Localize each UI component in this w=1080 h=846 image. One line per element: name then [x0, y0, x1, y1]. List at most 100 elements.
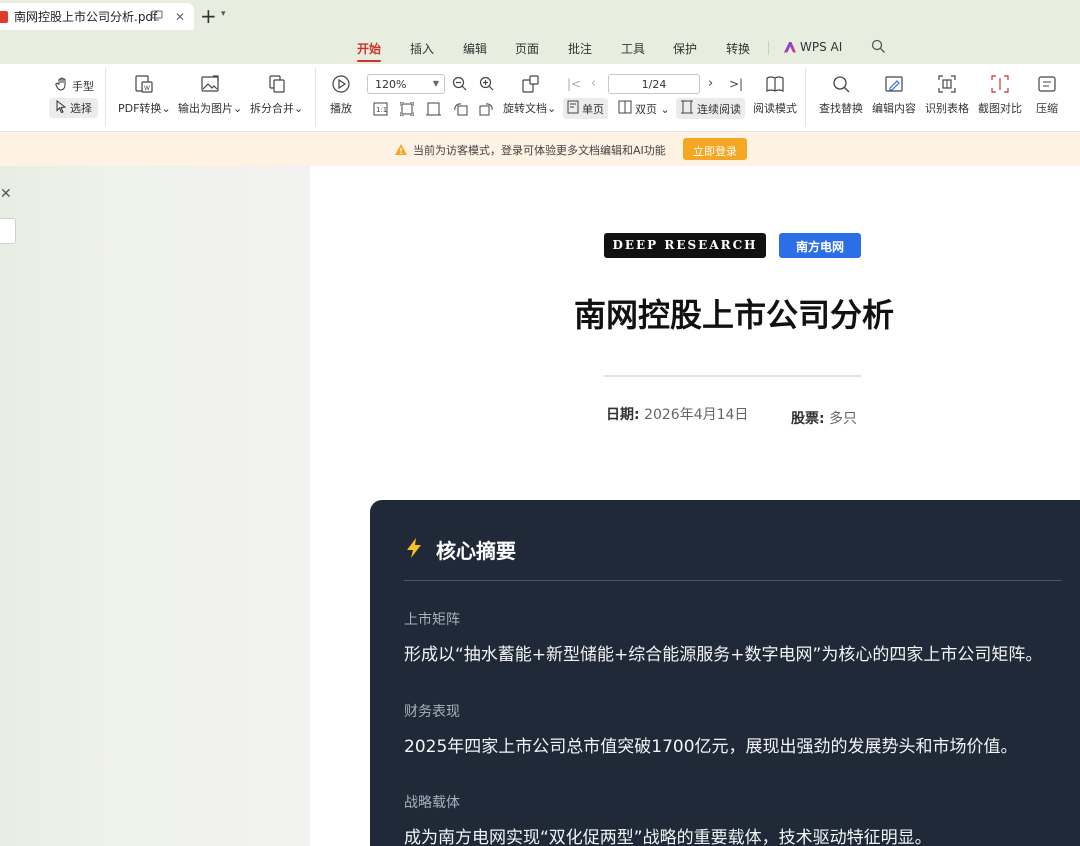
- split-merge-label: 拆分合并⌄: [250, 102, 304, 115]
- login-button[interactable]: 立即登录: [683, 138, 747, 160]
- summary-heading: 核心摘要: [436, 539, 516, 563]
- toolbar-divider: [315, 68, 316, 126]
- summary-item-label: 战略载体: [404, 795, 460, 811]
- play-icon: [332, 75, 350, 93]
- play-button[interactable]: 播放: [330, 74, 352, 116]
- side-panel: [0, 166, 310, 846]
- side-panel-input[interactable]: [0, 218, 16, 244]
- double-page-icon: [618, 100, 632, 117]
- deep-research-badge: DEEP RESEARCH: [604, 233, 766, 258]
- first-page-icon[interactable]: |<: [567, 77, 581, 91]
- single-page-icon: [567, 100, 579, 117]
- svg-text:W: W: [144, 85, 150, 92]
- summary-item-text: 形成以“抽水蓄能+新型储能+综合能源服务+数字电网”为核心的四家上市公司矩阵。: [404, 645, 1043, 665]
- hand-tool-label: 手型: [72, 79, 94, 93]
- select-tool[interactable]: 选择: [49, 98, 98, 118]
- chevron-down-icon: ▼: [432, 79, 439, 88]
- recognize-table-button[interactable]: 识别表格: [925, 74, 969, 116]
- summary-item-text: 成为南方电网实现“双化促两型”战略的重要载体，技术驱动特征明显。: [404, 828, 932, 846]
- image-export-icon: [201, 75, 219, 92]
- menu-tools[interactable]: 工具: [621, 40, 645, 57]
- summary-header: 核心摘要: [404, 535, 516, 564]
- menu-divider: [768, 41, 769, 55]
- menu-protect[interactable]: 保护: [673, 40, 697, 57]
- edit-content-icon: [885, 76, 903, 92]
- guest-notice-text: 当前为访客模式，登录可体验更多文档编辑和AI功能: [413, 144, 666, 157]
- menu-insert[interactable]: 插入: [410, 40, 434, 57]
- lightning-icon: [404, 537, 424, 563]
- hand-icon: [55, 77, 69, 94]
- continuous-read-label: 连续阅读: [697, 102, 741, 116]
- double-page-button[interactable]: 双页 ⌄: [618, 100, 670, 117]
- date-label: 日期:: [606, 407, 640, 423]
- rotate-right-icon[interactable]: [479, 101, 494, 120]
- summary-item-text: 2025年四家上市公司总市值突破1700亿元，展现出强劲的发展势头和市场价值。: [404, 737, 1018, 757]
- wps-ai-button[interactable]: WPS AI: [784, 40, 842, 54]
- split-merge-icon: [269, 75, 285, 93]
- date-meta: 日期: 2026年4月14日: [606, 404, 748, 424]
- csg-badge: 南方电网: [779, 233, 861, 258]
- book-icon: [766, 76, 784, 92]
- continuous-read-icon: [680, 100, 694, 117]
- fit-page-icon[interactable]: [399, 101, 415, 120]
- stock-meta: 股票: 多只: [791, 408, 857, 428]
- select-tool-label: 选择: [70, 102, 92, 115]
- summary-divider: [404, 580, 1062, 581]
- ribbon-menu: 开始 插入 编辑 页面 批注 工具 保护 转换: [0, 34, 1080, 64]
- find-replace-button[interactable]: 查找替换: [819, 74, 863, 116]
- summary-item-label: 财务表现: [404, 704, 460, 720]
- single-page-button[interactable]: 单页: [563, 98, 608, 119]
- screenshot-compare-button[interactable]: 截图对比: [978, 74, 1022, 116]
- menu-edit[interactable]: 编辑: [463, 40, 487, 57]
- rotate-document-button[interactable]: 旋转文档⌄: [503, 74, 556, 116]
- menu-annotate[interactable]: 批注: [568, 40, 592, 57]
- hand-tool[interactable]: 手型: [55, 77, 94, 94]
- summary-item-label: 上市矩阵: [404, 612, 460, 628]
- chevron-down-icon[interactable]: ▾: [221, 9, 226, 19]
- read-mode-button[interactable]: 阅读模式: [753, 74, 797, 116]
- menu-convert[interactable]: 转换: [726, 40, 750, 57]
- close-icon[interactable]: ✕: [0, 186, 12, 202]
- pdf-convert-button[interactable]: W PDF转换⌄: [118, 74, 171, 116]
- find-replace-label: 查找替换: [819, 102, 863, 115]
- wps-ai-label: WPS AI: [800, 40, 843, 54]
- menu-page[interactable]: 页面: [515, 40, 539, 57]
- search-icon[interactable]: [871, 39, 886, 58]
- last-page-icon[interactable]: >|: [729, 77, 743, 91]
- compress-button[interactable]: 压缩: [1036, 74, 1058, 116]
- stock-value: 多只: [829, 411, 858, 427]
- svg-text:1:1: 1:1: [376, 106, 387, 114]
- fit-width-icon[interactable]: [426, 101, 441, 120]
- continuous-read-button[interactable]: 连续阅读: [676, 98, 745, 119]
- export-image-label: 输出为图片⌄: [178, 102, 243, 115]
- pdf-convert-label: PDF转换⌄: [118, 102, 171, 115]
- close-tab-icon[interactable]: ✕: [175, 10, 185, 24]
- new-tab-icon[interactable]: +: [200, 4, 217, 28]
- actual-size-icon[interactable]: 1:1: [373, 101, 388, 120]
- page-number-input[interactable]: 1/24: [608, 74, 700, 94]
- table-recognize-icon: [938, 75, 956, 93]
- cursor-icon: [55, 100, 67, 116]
- edit-content-button[interactable]: 编辑内容: [872, 74, 916, 116]
- rotate-document-icon: [522, 75, 539, 93]
- toolbar-divider: [105, 68, 106, 126]
- menu-start[interactable]: 开始: [357, 40, 382, 62]
- pin-tab-icon[interactable]: [151, 10, 163, 24]
- play-label: 播放: [330, 102, 352, 115]
- export-image-button[interactable]: 输出为图片⌄: [178, 74, 242, 116]
- recognize-table-label: 识别表格: [925, 102, 969, 115]
- date-value: 2026年4月14日: [644, 407, 749, 423]
- zoom-select[interactable]: 120% ▼: [367, 74, 445, 94]
- document-tab[interactable]: 南网控股上市公司分析.pdf ✕: [0, 3, 194, 30]
- screenshot-compare-label: 截图对比: [978, 102, 1022, 115]
- split-merge-button[interactable]: 拆分合并⌄: [250, 74, 303, 116]
- guest-notice-bar: 当前为访客模式，登录可体验更多文档编辑和AI功能 立即登录: [0, 132, 1080, 166]
- rotate-left-icon[interactable]: [453, 101, 468, 120]
- previous-page-icon[interactable]: ‹: [591, 76, 596, 91]
- next-page-icon[interactable]: ›: [708, 76, 713, 91]
- edit-content-label: 编辑内容: [872, 102, 916, 115]
- zoom-out-icon[interactable]: [452, 76, 467, 95]
- screenshot-compare-icon: [991, 75, 1009, 93]
- tab-bar: 南网控股上市公司分析.pdf ✕ + ▾: [0, 0, 1080, 34]
- zoom-in-icon[interactable]: [479, 76, 494, 95]
